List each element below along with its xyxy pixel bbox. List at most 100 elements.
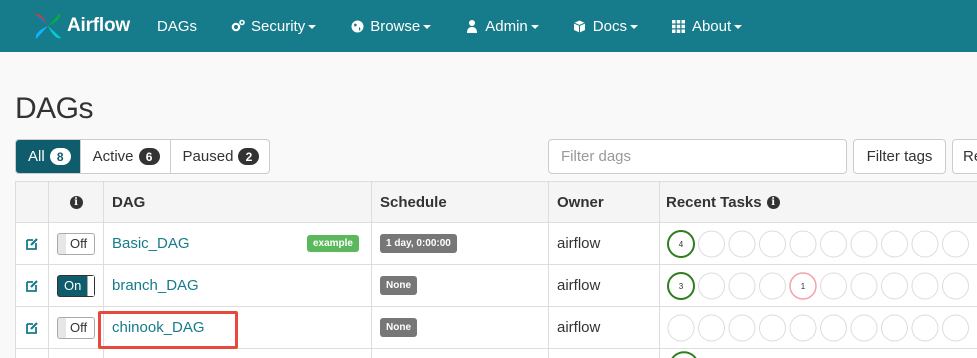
header-dag[interactable]: DAG	[104, 182, 372, 222]
recent-tasks-cell: 31	[660, 265, 977, 306]
owner-cell: airflow	[549, 265, 660, 306]
dag-cell: Basic_DAG example	[104, 223, 372, 264]
table-row	[16, 349, 977, 358]
header-owner[interactable]: Owner	[549, 182, 660, 222]
task-state-circle[interactable]	[698, 272, 725, 299]
nav-docs[interactable]: Docs	[556, 0, 655, 52]
task-state-circle[interactable]	[820, 314, 847, 341]
info-icon[interactable]: i	[69, 195, 83, 209]
edit-icon[interactable]	[25, 279, 39, 292]
count-badge: 2	[238, 148, 260, 165]
task-state-circle[interactable]	[881, 230, 908, 257]
cube-icon	[573, 19, 587, 33]
brand-name: Airflow	[67, 15, 130, 36]
edit-cell	[16, 307, 49, 348]
task-state-circle[interactable]	[942, 272, 969, 299]
task-state-circle[interactable]	[850, 272, 878, 299]
task-state-circle[interactable]	[759, 230, 786, 257]
table-row: On branch_DAG None airflow 31	[16, 265, 977, 307]
reset-button[interactable]: Re	[952, 139, 977, 174]
task-state-circle[interactable]	[759, 272, 786, 299]
airflow-brand[interactable]: Airflow	[32, 0, 130, 52]
task-state-circle[interactable]	[942, 230, 969, 257]
task-state-circle[interactable]	[850, 230, 878, 257]
edit-icon[interactable]	[25, 237, 39, 250]
task-state-circle[interactable]	[881, 272, 908, 299]
owner-cell	[549, 349, 660, 358]
task-state-circle[interactable]	[728, 230, 756, 257]
task-state-circle[interactable]	[728, 314, 756, 341]
tab-paused[interactable]: Paused 2	[169, 140, 270, 173]
task-state-circle[interactable]	[789, 314, 817, 341]
recent-tasks-label: Recent Tasks	[666, 193, 762, 211]
task-state-circle[interactable]	[789, 230, 817, 257]
task-state-circle[interactable]	[667, 314, 695, 341]
recent-tasks-circles	[667, 314, 969, 341]
task-circle-partial[interactable]	[665, 349, 705, 358]
task-state-circle[interactable]	[698, 230, 725, 257]
header-edit	[16, 182, 49, 222]
dag-link[interactable]: branch_DAG	[112, 277, 199, 294]
tab-all[interactable]: All 8	[16, 140, 80, 173]
recent-tasks-cell: 4	[660, 223, 977, 264]
owner-text: airflow	[557, 235, 601, 252]
status-filter-tabs: All 8 Active 6 Paused 2	[15, 139, 271, 174]
caret-down-icon	[423, 25, 432, 29]
task-state-circle[interactable]	[942, 314, 969, 341]
nav-dags[interactable]: DAGs	[140, 0, 214, 52]
count-badge: 6	[138, 148, 160, 165]
nav-browse[interactable]: Browse	[333, 0, 448, 52]
schedule-cell: None	[372, 307, 549, 348]
task-state-circle[interactable]	[911, 314, 939, 341]
nav-dags-label: DAGs	[157, 17, 198, 35]
task-state-circle[interactable]	[698, 314, 725, 341]
task-state-circle[interactable]	[911, 272, 939, 299]
task-state-circle[interactable]	[820, 272, 847, 299]
nav-admin[interactable]: Admin	[448, 0, 556, 52]
nav-docs-label: Docs	[592, 17, 627, 35]
toggle-cell: On	[49, 265, 104, 306]
task-state-count: 3	[679, 282, 684, 291]
toggle-label: Off	[70, 320, 88, 335]
task-state-circle[interactable]	[911, 230, 939, 257]
nav-admin-label: Admin	[485, 17, 528, 35]
dag-tag[interactable]: example	[306, 235, 359, 252]
info-icon[interactable]: i	[766, 195, 780, 209]
header-recent-tasks: Recent Tasks i	[660, 182, 977, 222]
schedule-label[interactable]: 1 day, 0:00:00	[380, 234, 457, 253]
task-state-circle[interactable]	[728, 272, 756, 299]
tab-paused-label: Paused	[182, 148, 234, 165]
user-icon	[465, 19, 479, 33]
dags-table: i DAG Schedule Owner Recent Tasks i Off …	[15, 181, 977, 358]
nav-security[interactable]: Security	[214, 0, 333, 52]
nav-about[interactable]: About	[655, 0, 759, 52]
toggle-cell: Off	[49, 307, 104, 348]
schedule-label[interactable]: None	[380, 318, 417, 337]
pause-toggle[interactable]: On	[57, 274, 95, 297]
task-state-circle[interactable]	[881, 314, 908, 341]
task-state-circle[interactable]	[820, 230, 847, 257]
gears-icon	[231, 19, 245, 33]
task-state-circle[interactable]	[850, 314, 878, 341]
dag-cell	[104, 349, 372, 358]
dag-link[interactable]: Basic_DAG	[112, 235, 190, 252]
table-header: i DAG Schedule Owner Recent Tasks i	[16, 182, 977, 223]
schedule-label[interactable]: None	[380, 276, 417, 295]
edit-cell	[16, 223, 49, 264]
edit-icon[interactable]	[25, 321, 39, 334]
header-schedule[interactable]: Schedule	[372, 182, 549, 222]
dag-link[interactable]: chinook_DAG	[112, 319, 205, 336]
pause-toggle[interactable]: Off	[57, 232, 95, 255]
task-state-circle[interactable]	[759, 314, 786, 341]
toggle-label: Off	[70, 236, 88, 251]
airflow-logo-icon	[35, 13, 61, 39]
filter-dags-input[interactable]	[548, 139, 847, 174]
caret-down-icon	[308, 25, 317, 29]
grid-icon	[672, 19, 686, 33]
tab-active[interactable]: Active 6	[79, 140, 170, 173]
table-row: Off chinook_DAG None airflow	[16, 307, 977, 349]
filter-tags-button[interactable]: Filter tags	[853, 139, 946, 174]
schedule-cell: None	[372, 265, 549, 306]
pause-toggle[interactable]: Off	[57, 316, 95, 339]
recent-tasks-cell	[660, 349, 977, 358]
